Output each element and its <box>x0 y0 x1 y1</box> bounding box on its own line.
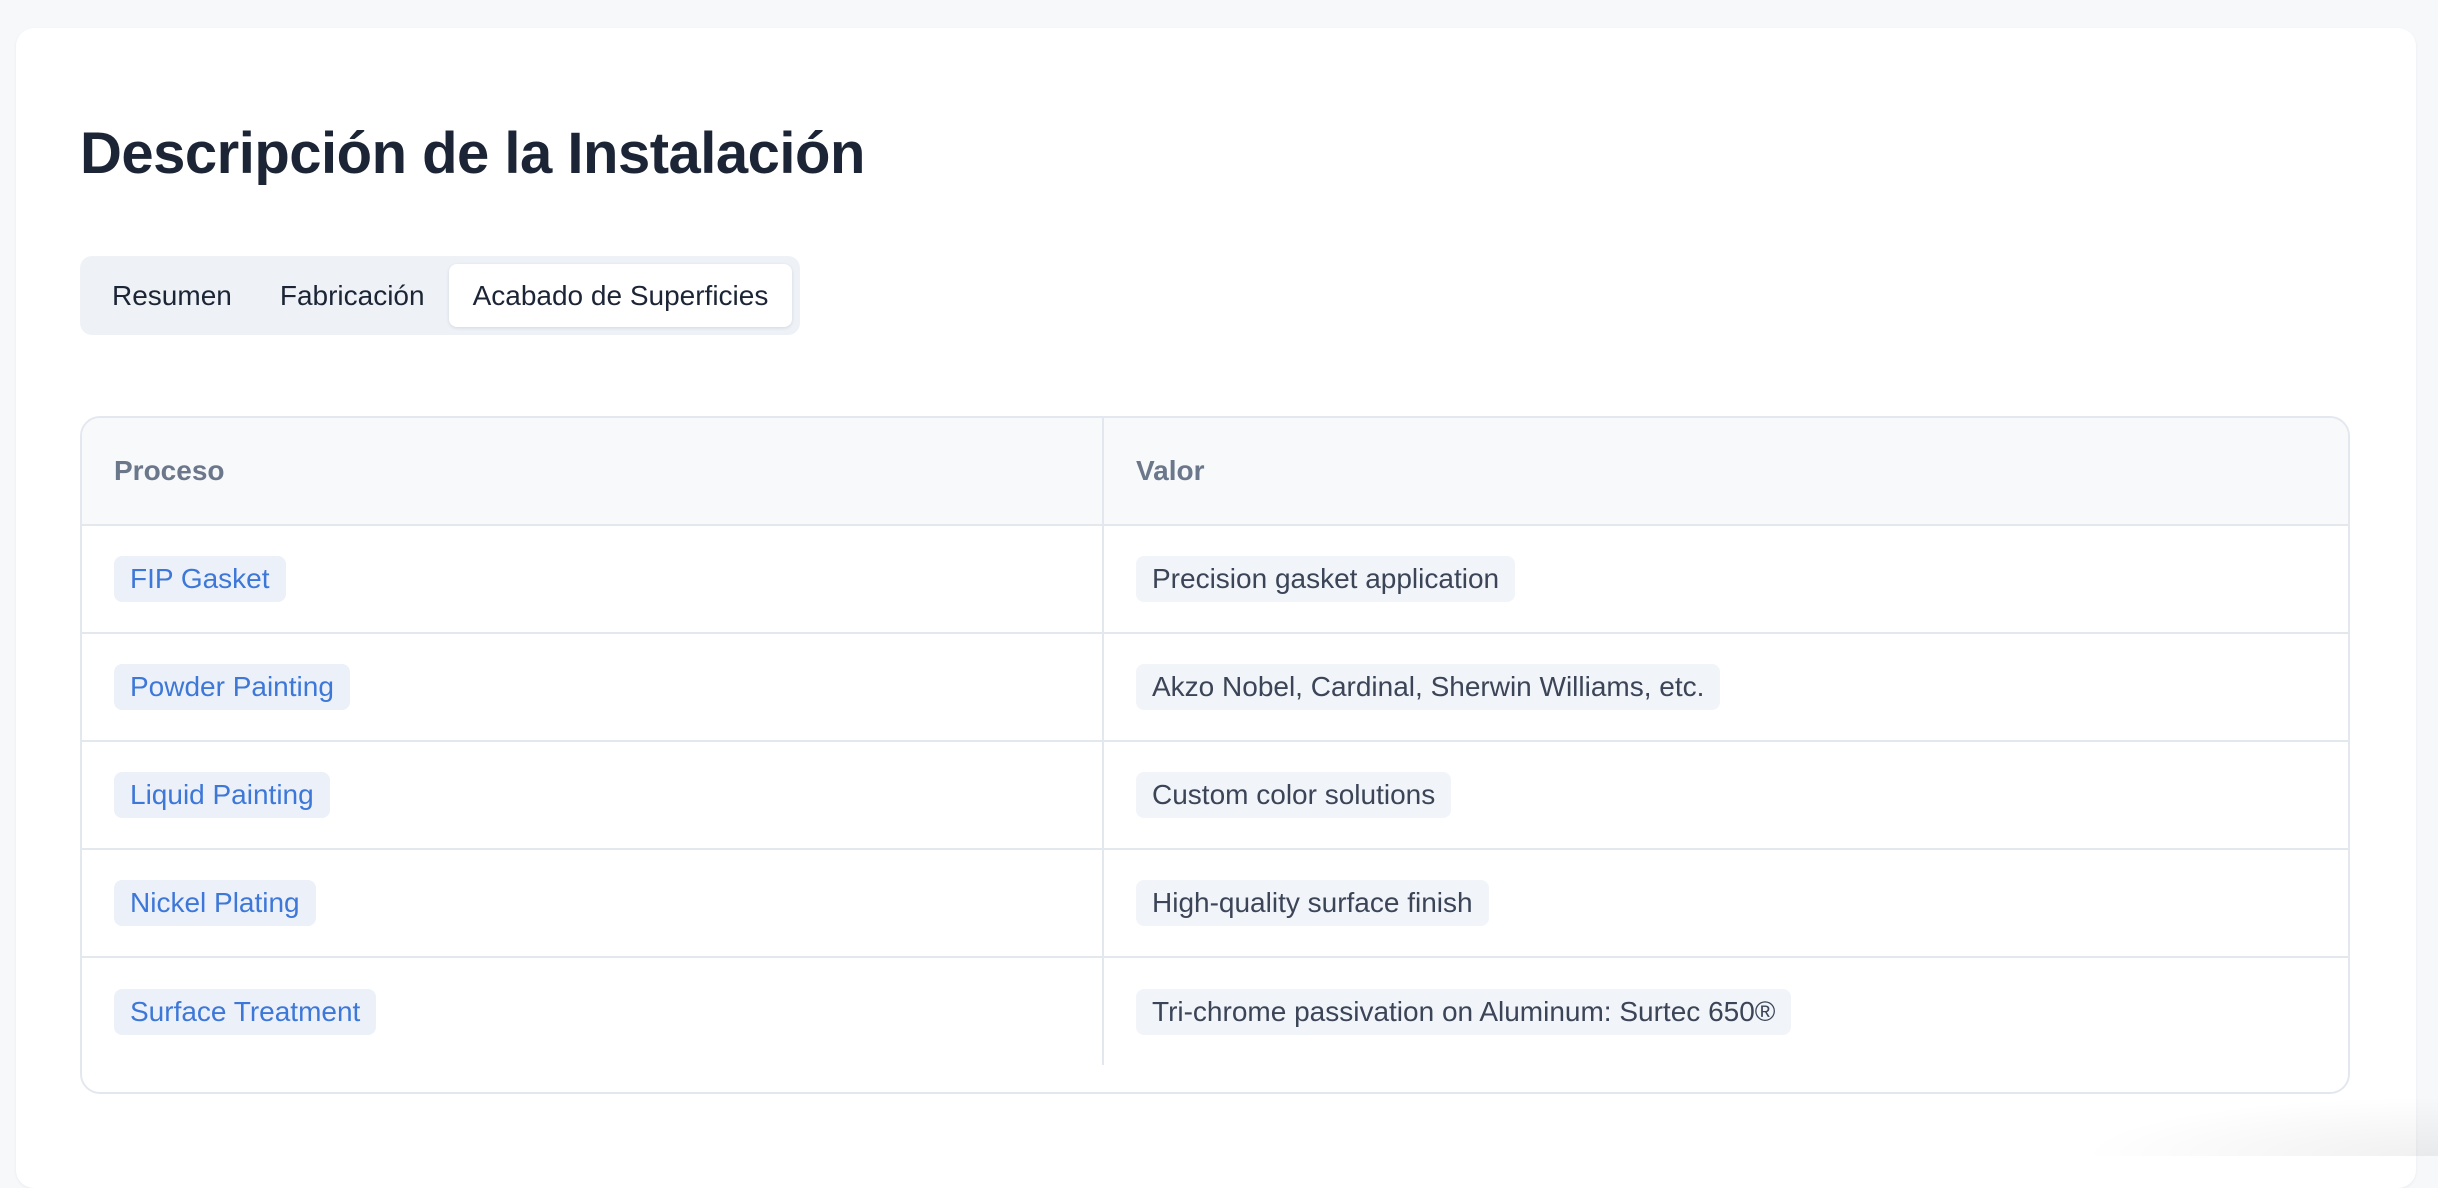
value-cell: Custom color solutions <box>1103 741 2348 849</box>
page-title: Descripción de la Instalación <box>80 116 865 192</box>
process-table: Proceso Valor FIP Gasket Precision gaske… <box>80 416 2350 1094</box>
table-header-row: Proceso Valor <box>82 418 2348 525</box>
table-row: Powder Painting Akzo Nobel, Cardinal, Sh… <box>82 633 2348 741</box>
table-row: Nickel Plating High-quality surface fini… <box>82 849 2348 957</box>
column-header-valor: Valor <box>1103 418 2348 525</box>
value-tag: High-quality surface finish <box>1136 880 1489 926</box>
process-cell: Powder Painting <box>82 633 1103 741</box>
tab-resumen[interactable]: Resumen <box>88 264 256 327</box>
value-cell: High-quality surface finish <box>1103 849 2348 957</box>
value-cell: Akzo Nobel, Cardinal, Sherwin Williams, … <box>1103 633 2348 741</box>
content-card: Descripción de la Instalación Resumen Fa… <box>16 28 2416 1188</box>
table-row: Liquid Painting Custom color solutions <box>82 741 2348 849</box>
value-tag: Precision gasket application <box>1136 556 1515 602</box>
table-row: FIP Gasket Precision gasket application <box>82 525 2348 633</box>
process-link[interactable]: Surface Treatment <box>114 989 376 1035</box>
process-cell: Liquid Painting <box>82 741 1103 849</box>
process-link[interactable]: FIP Gasket <box>114 556 286 602</box>
process-link[interactable]: Liquid Painting <box>114 772 330 818</box>
process-cell: Surface Treatment <box>82 957 1103 1065</box>
value-tag: Custom color solutions <box>1136 772 1451 818</box>
tab-bar: Resumen Fabricación Acabado de Superfici… <box>80 256 800 335</box>
table-row: Surface Treatment Tri-chrome passivation… <box>82 957 2348 1065</box>
value-tag: Akzo Nobel, Cardinal, Sherwin Williams, … <box>1136 664 1720 710</box>
process-link[interactable]: Powder Painting <box>114 664 350 710</box>
value-tag: Tri-chrome passivation on Aluminum: Surt… <box>1136 989 1791 1035</box>
process-cell: FIP Gasket <box>82 525 1103 633</box>
process-link[interactable]: Nickel Plating <box>114 880 316 926</box>
column-header-proceso: Proceso <box>82 418 1103 525</box>
tab-fabricacion[interactable]: Fabricación <box>256 264 449 327</box>
tab-acabado-de-superficies[interactable]: Acabado de Superficies <box>449 264 793 327</box>
process-cell: Nickel Plating <box>82 849 1103 957</box>
value-cell: Precision gasket application <box>1103 525 2348 633</box>
value-cell: Tri-chrome passivation on Aluminum: Surt… <box>1103 957 2348 1065</box>
